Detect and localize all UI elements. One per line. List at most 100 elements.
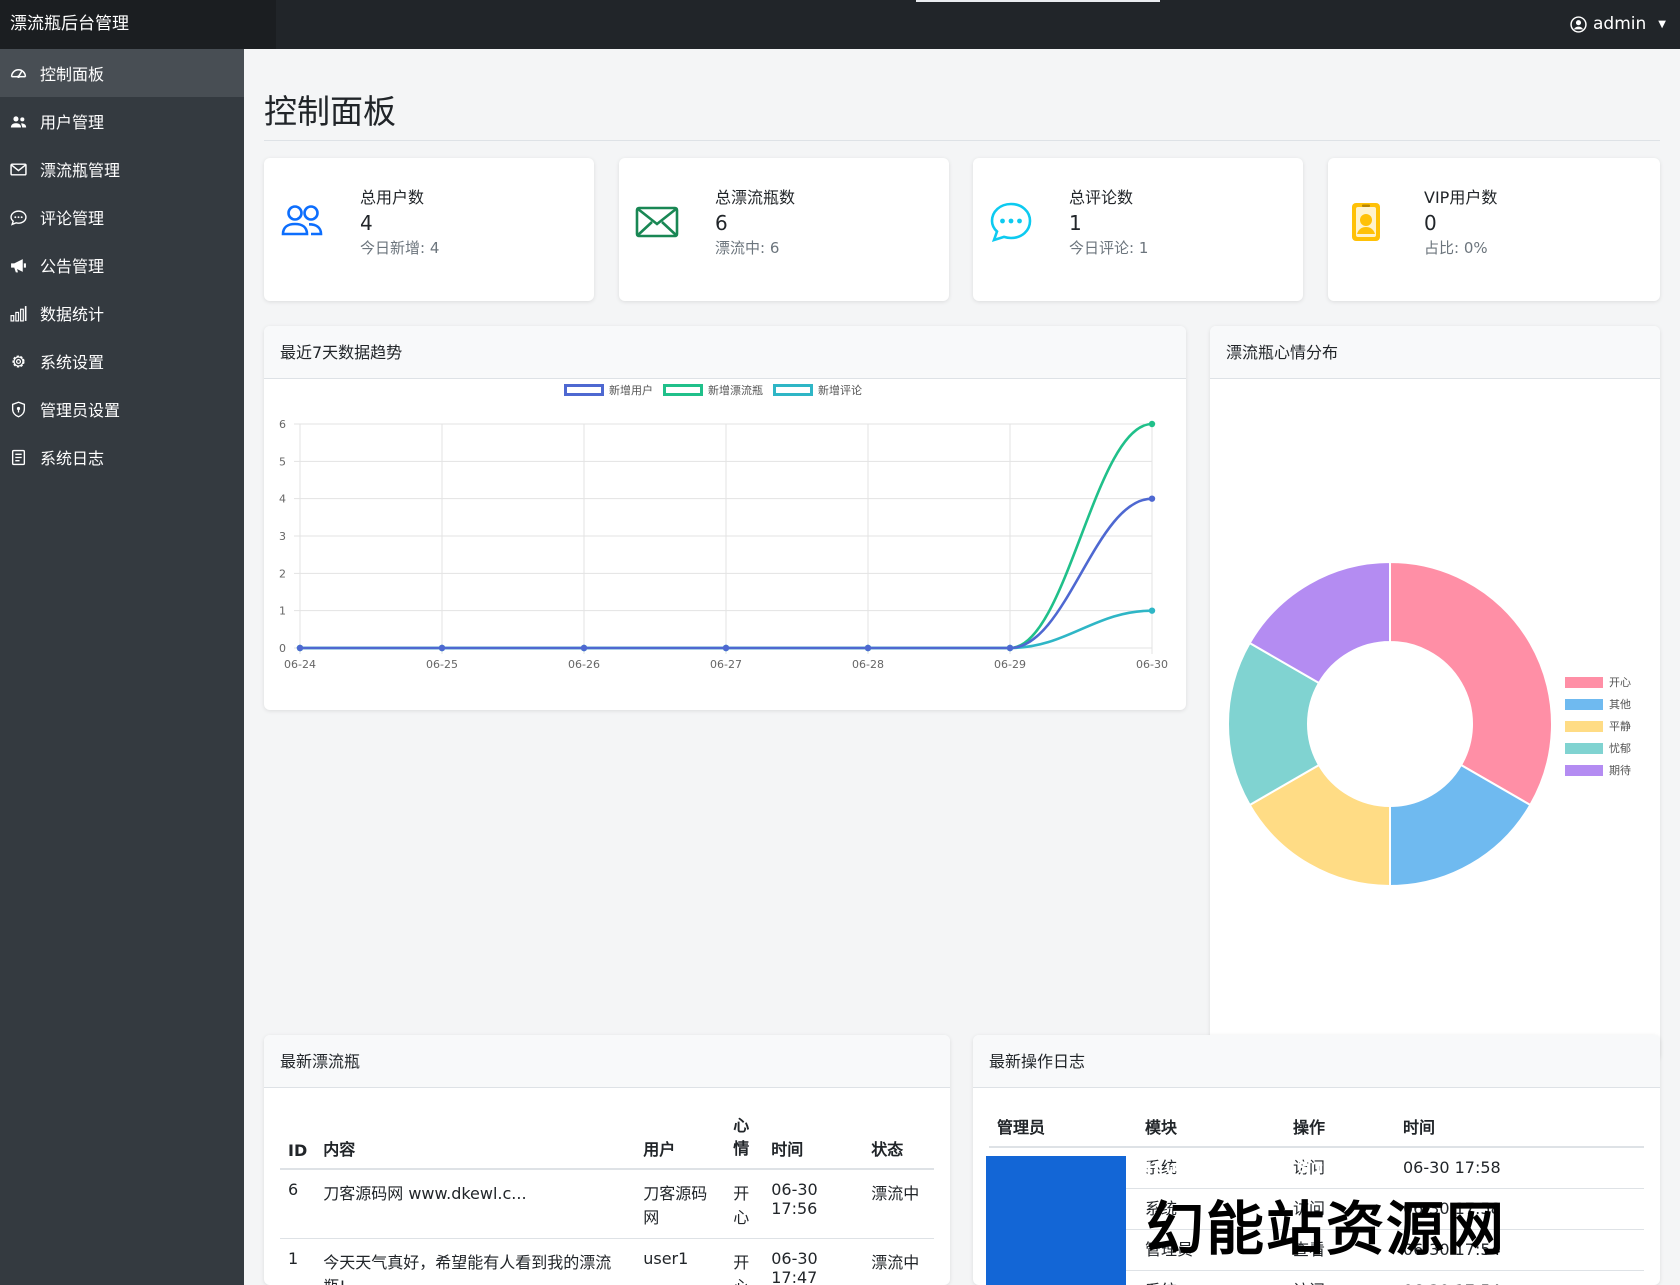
data-point — [1148, 607, 1156, 614]
cell-status: 漂流中 — [863, 1238, 934, 1285]
y-tick-label: 4 — [279, 493, 286, 506]
envelope-icon — [635, 206, 679, 238]
trend-chart-card: 最近7天数据趋势 新增用户 新增漂流瓶 新增评论 0 1 2 3 4 5 6 06-24 06-25… — [264, 326, 1186, 710]
stat-subtext: 今日评论: 1 — [1069, 239, 1149, 257]
data-point — [1006, 644, 1014, 652]
legend-label: 平静 — [1609, 720, 1631, 733]
pie-slice[interactable] — [1389, 560, 1553, 807]
sidebar-item-label: 系统设置 — [40, 353, 105, 372]
legend-label: 其他 — [1609, 698, 1631, 711]
chat-icon — [990, 202, 1032, 243]
x-tick-label: 06-29 — [994, 658, 1026, 671]
stat-title: 总用户数 — [360, 188, 425, 207]
stat-card-bottles: 总漂流瓶数 6 漂流中: 6 — [619, 158, 949, 301]
stat-title: VIP用户数 — [1424, 188, 1498, 207]
column-header[interactable]: 心情 — [725, 1106, 764, 1170]
sidebar-item-bottles[interactable]: 漂流瓶管理 — [0, 145, 244, 193]
column-header[interactable]: 管理员 — [989, 1106, 1137, 1148]
card-header: 最新漂流瓶 — [264, 1035, 950, 1088]
sidebar-item-admins[interactable]: 管理员设置 — [0, 385, 244, 433]
column-header[interactable]: 用户 — [635, 1106, 726, 1170]
latest-bottles-card: 最新漂流瓶 ID 内容 用户 心情 时间 状态 6 刀客源码网 www.dkew… — [264, 1035, 950, 1285]
y-tick-label: 3 — [279, 530, 286, 543]
sidebar-item-logs[interactable]: 系统日志 — [0, 433, 244, 481]
top-navbar: 漂流瓶后台管理 admin ▼ — [0, 0, 1680, 49]
sidebar-item-users[interactable]: 用户管理 — [0, 97, 244, 145]
y-tick-label: 5 — [279, 455, 286, 468]
y-tick-label: 1 — [279, 605, 286, 618]
y-tick-label: 2 — [279, 567, 286, 580]
dashboard-icon — [10, 65, 36, 82]
cell-status: 漂流中 — [863, 1169, 934, 1239]
data-point — [296, 644, 304, 652]
chevron-down-icon: ▼ — [1658, 19, 1666, 30]
column-header[interactable]: 模块 — [1137, 1106, 1285, 1148]
watermark-logo-mark — [986, 1156, 1126, 1285]
column-header[interactable]: 时间 — [763, 1106, 864, 1170]
cell-id: 1 — [280, 1238, 316, 1285]
legend-swatch — [1565, 742, 1603, 754]
legend-item[interactable]: 开心 — [1565, 671, 1631, 693]
column-header[interactable]: 时间 — [1395, 1106, 1644, 1148]
comment-icon — [10, 209, 36, 226]
card-header: 漂流瓶心情分布 — [1210, 326, 1660, 379]
stat-title: 总评论数 — [1069, 188, 1134, 207]
sidebar-item-settings[interactable]: 系统设置 — [0, 337, 244, 385]
legend-item[interactable]: 忧郁 — [1565, 737, 1631, 759]
legend-item[interactable]: 期待 — [1565, 759, 1631, 781]
data-point — [1148, 495, 1156, 502]
envelope-icon — [10, 161, 36, 178]
line-chart: 0 1 2 3 4 5 6 06-24 06-25 06-26 06-27 06-28 06-29 06-… — [279, 418, 1168, 671]
x-tick-label: 06-25 — [426, 658, 458, 671]
users-icon — [10, 113, 36, 130]
sidebar-item-dashboard[interactable]: 控制面板 — [0, 49, 244, 97]
column-header[interactable]: 状态 — [863, 1106, 934, 1170]
sidebar-item-label: 控制面板 — [40, 65, 105, 84]
legend-label: 开心 — [1609, 676, 1631, 689]
data-point — [1148, 420, 1156, 428]
sidebar-item-comments[interactable]: 评论管理 — [0, 193, 244, 241]
brand-title[interactable]: 漂流瓶后台管理 — [0, 0, 276, 49]
title-divider — [264, 140, 1660, 141]
legend-swatch — [1565, 698, 1603, 710]
table-row[interactable]: 1 今天天气真好，希望能有人看到我的漂流瓶! user1 开心 06-30 17… — [280, 1238, 934, 1285]
sidebar-item-statistics[interactable]: 数据统计 — [0, 289, 244, 337]
data-point — [864, 644, 872, 652]
card-header: 最近7天数据趋势 — [264, 326, 1186, 379]
user-menu[interactable]: admin ▼ — [1570, 0, 1666, 49]
stat-card-vip: VIP用户数 0 占比: 0% — [1328, 158, 1660, 301]
legend-label: 期待 — [1609, 764, 1631, 777]
user-name: admin — [1593, 14, 1647, 34]
column-header[interactable]: 操作 — [1285, 1106, 1395, 1148]
stat-card-users: 总用户数 4 今日新增: 4 — [264, 158, 594, 301]
column-header[interactable]: 内容 — [315, 1106, 636, 1170]
stat-value: 1 — [1069, 211, 1082, 235]
legend-item[interactable]: 平静 — [1565, 715, 1631, 737]
column-header[interactable]: ID — [280, 1106, 316, 1170]
cell-user: 刀客源码网 — [635, 1169, 726, 1239]
users-icon — [281, 205, 323, 236]
data-point — [580, 644, 588, 652]
sidebar-item-announcements[interactable]: 公告管理 — [0, 241, 244, 289]
cell-id: 6 — [280, 1169, 316, 1239]
sidebar-item-label: 评论管理 — [40, 209, 105, 228]
stat-subtext: 占比: 0% — [1424, 239, 1488, 257]
legend-item[interactable]: 其他 — [1565, 693, 1631, 715]
stat-value: 4 — [360, 211, 373, 235]
bottles-table: ID 内容 用户 心情 时间 状态 6 刀客源码网 www.dkewl.c...… — [280, 1106, 934, 1285]
cell-user: user1 — [635, 1238, 726, 1285]
watermark-text: 幻能站资源网 — [1146, 1195, 1507, 1263]
log-icon — [10, 449, 36, 466]
legend-label: 忧郁 — [1609, 742, 1631, 755]
legend-swatch — [1565, 720, 1603, 732]
table-row[interactable]: 6 刀客源码网 www.dkewl.c... 刀客源码网 开心 06-30 17… — [280, 1169, 934, 1239]
sidebar-item-label: 用户管理 — [40, 113, 105, 132]
stat-value: 0 — [1424, 211, 1437, 235]
card-header: 最新操作日志 — [973, 1035, 1660, 1088]
cell-mood: 开心 — [725, 1169, 764, 1239]
topbar-accent — [916, 0, 1160, 2]
watermark-logo: Huanneng Station 幻能站资源网 — [986, 1154, 1526, 1285]
cell-time: 06-30 17:47 — [763, 1238, 864, 1285]
y-tick-label: 0 — [279, 642, 286, 655]
data-point — [722, 644, 730, 652]
